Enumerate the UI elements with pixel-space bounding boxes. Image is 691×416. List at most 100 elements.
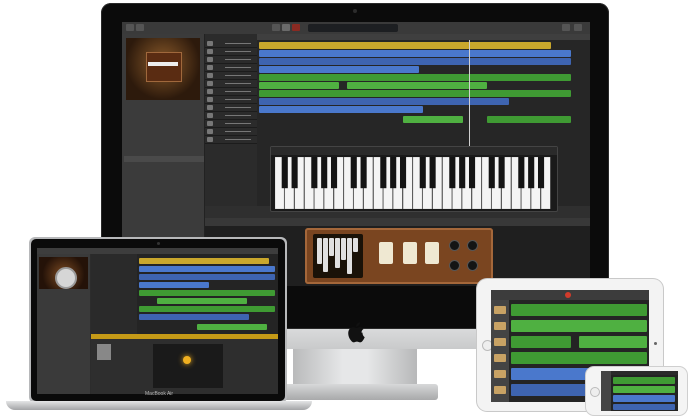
region-green[interactable] [139, 306, 275, 312]
region-blue[interactable] [259, 98, 509, 105]
knob[interactable] [449, 240, 460, 251]
black-key[interactable] [419, 157, 426, 189]
piano-keyboard[interactable] [275, 157, 551, 209]
track-header[interactable] [205, 80, 257, 88]
drawbar[interactable] [341, 238, 346, 260]
drawbar[interactable] [323, 238, 328, 272]
region-green[interactable] [259, 82, 339, 89]
region-green[interactable] [511, 320, 647, 332]
black-key[interactable] [429, 157, 436, 189]
volume-fader[interactable] [225, 139, 251, 140]
region-blue[interactable] [259, 106, 423, 113]
drawbar[interactable] [347, 238, 352, 274]
knob[interactable] [467, 260, 478, 271]
track-header[interactable] [205, 40, 257, 48]
black-key[interactable] [498, 157, 505, 189]
xy-pad-puck[interactable] [183, 356, 191, 364]
region-blue[interactable] [139, 314, 249, 320]
region-green[interactable] [157, 298, 247, 304]
region-yellow[interactable] [259, 42, 551, 49]
region-green[interactable] [579, 336, 647, 348]
knob[interactable] [467, 240, 478, 251]
volume-fader[interactable] [225, 59, 251, 60]
record-icon[interactable] [565, 292, 571, 298]
volume-fader[interactable] [225, 107, 251, 108]
black-key[interactable] [488, 157, 495, 189]
region-blue[interactable] [139, 266, 275, 272]
drawbar[interactable] [353, 238, 358, 252]
region-green[interactable] [511, 304, 647, 316]
black-key[interactable] [449, 157, 456, 189]
loop-browser-button[interactable] [562, 24, 570, 31]
volume-fader[interactable] [225, 43, 251, 44]
region-blue[interactable] [613, 404, 675, 410]
instrument-icon[interactable] [494, 354, 506, 362]
knob[interactable] [449, 260, 460, 271]
track-header[interactable] [205, 120, 257, 128]
track-header[interactable] [205, 88, 257, 96]
track-header[interactable] [205, 96, 257, 104]
region-green[interactable] [511, 352, 647, 364]
region-blue[interactable] [613, 395, 675, 402]
region-blue[interactable] [259, 50, 571, 57]
volume-fader[interactable] [225, 131, 251, 132]
iphone-home-button[interactable] [590, 387, 600, 397]
black-key[interactable] [311, 157, 318, 189]
region-green[interactable] [403, 116, 463, 123]
rocker-switch[interactable] [379, 242, 393, 264]
track-header[interactable] [205, 136, 257, 144]
region-green[interactable] [259, 90, 571, 97]
track-header[interactable] [205, 56, 257, 64]
volume-fader[interactable] [225, 67, 251, 68]
timeline-ruler[interactable] [257, 34, 590, 40]
library-item[interactable] [124, 175, 204, 182]
black-key[interactable] [380, 157, 387, 189]
volume-fader[interactable] [225, 99, 251, 100]
track-header[interactable] [205, 104, 257, 112]
region-green[interactable] [613, 386, 675, 393]
record-icon[interactable] [292, 24, 300, 31]
help-button[interactable] [136, 24, 144, 31]
region-yellow[interactable] [139, 258, 269, 264]
black-key[interactable] [468, 157, 476, 189]
instrument-icon[interactable] [494, 386, 506, 394]
black-key[interactable] [281, 157, 288, 189]
black-key[interactable] [330, 157, 338, 189]
instrument-icon[interactable] [494, 322, 506, 330]
region-green[interactable] [139, 290, 275, 296]
drawbar[interactable] [329, 238, 334, 256]
black-key[interactable] [459, 157, 466, 189]
rewind-button[interactable] [272, 24, 280, 31]
black-key[interactable] [518, 157, 525, 189]
volume-fader[interactable] [225, 51, 251, 52]
play-icon[interactable] [282, 24, 290, 31]
region-green[interactable] [259, 74, 571, 81]
region-blue[interactable] [259, 66, 419, 73]
volume-fader[interactable] [225, 115, 251, 116]
black-key[interactable] [350, 157, 357, 189]
rocker-switch[interactable] [403, 242, 417, 264]
instrument-icon[interactable] [494, 370, 506, 378]
black-key[interactable] [399, 157, 407, 189]
black-key[interactable] [537, 157, 545, 189]
track-header[interactable] [205, 48, 257, 56]
region-blue[interactable] [139, 274, 275, 280]
volume-fader[interactable] [225, 123, 251, 124]
instrument-icon[interactable] [494, 306, 506, 314]
track-header[interactable] [205, 72, 257, 80]
drawbar[interactable] [317, 238, 322, 264]
region-blue[interactable] [259, 58, 571, 65]
track-header[interactable] [205, 128, 257, 136]
media-browser-button[interactable] [574, 24, 582, 31]
library-button[interactable] [126, 24, 134, 31]
region-green[interactable] [511, 336, 571, 348]
macbook-tracks[interactable] [137, 254, 278, 334]
volume-fader[interactable] [225, 83, 251, 84]
volume-fader[interactable] [225, 91, 251, 92]
black-key[interactable] [528, 157, 535, 189]
region-blue[interactable] [139, 282, 209, 288]
black-key[interactable] [291, 157, 298, 189]
black-key[interactable] [390, 157, 397, 189]
rocker-switch[interactable] [425, 242, 439, 264]
volume-fader[interactable] [225, 75, 251, 76]
